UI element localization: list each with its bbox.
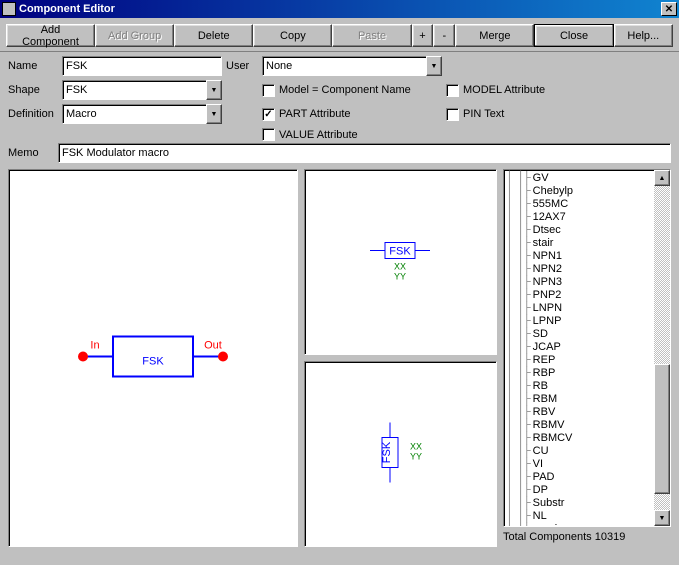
definition-combo[interactable]: Macro ▼ — [62, 104, 222, 124]
tree-item[interactable]: │ │ ├PNP2 — [504, 288, 654, 301]
tree-item[interactable]: │ │ ├stair — [504, 236, 654, 249]
part-attr-checkbox[interactable]: ✓PART Attribute — [262, 108, 442, 121]
component-tree[interactable]: │ │ ├GV│ │ ├Chebylp│ │ ├555MC│ │ ├12AX7│… — [503, 169, 671, 527]
memo-label: Memo — [8, 147, 54, 159]
memo-input[interactable] — [58, 143, 671, 163]
pin-text-checkbox[interactable]: PIN Text — [446, 108, 586, 121]
tree-container: │ │ ├GV│ │ ├Chebylp│ │ ├555MC│ │ ├12AX7│… — [503, 169, 671, 547]
definition-label: Definition — [8, 108, 58, 120]
tree-item[interactable]: │ │ ├CU — [504, 444, 654, 457]
tree-item[interactable]: │ │ ├RBV — [504, 405, 654, 418]
svg-text:FSK: FSK — [381, 441, 393, 463]
user-label: User — [226, 60, 258, 72]
user-combo[interactable]: None ▼ — [262, 56, 442, 76]
svg-text:FSK: FSK — [390, 246, 412, 258]
tree-item[interactable]: │ │ ├RBM — [504, 392, 654, 405]
tree-item[interactable]: │ │ ├RB — [504, 379, 654, 392]
value-attr-checkbox[interactable]: VALUE Attribute — [262, 128, 442, 141]
tree-scrollbar[interactable]: ▲ ▼ — [654, 170, 670, 526]
tree-item[interactable]: │ │ ├Substr — [504, 496, 654, 509]
status-footer: Total Components 10319 — [503, 527, 671, 547]
chevron-down-icon[interactable]: ▼ — [426, 56, 442, 76]
symbol-text: FSK — [142, 356, 164, 368]
tree-item[interactable]: │ │ ├RBMV — [504, 418, 654, 431]
scroll-up-button[interactable]: ▲ — [654, 170, 670, 186]
pin-out-label: Out — [204, 340, 222, 352]
add-group-button[interactable]: Add Group — [95, 24, 174, 47]
pin-in-label: In — [90, 340, 99, 352]
delete-button[interactable]: Delete — [174, 24, 253, 47]
tree-item[interactable]: │ │ ├grnoise — [504, 522, 654, 526]
shape-label: Shape — [8, 84, 58, 96]
scroll-track[interactable] — [654, 186, 670, 510]
plus-button[interactable]: + — [412, 24, 434, 47]
tree-item[interactable]: │ │ ├NPN2 — [504, 262, 654, 275]
copy-button[interactable]: Copy — [253, 24, 332, 47]
app-icon — [2, 2, 16, 16]
toolbar: Add Component Add Group Delete Copy Past… — [0, 18, 679, 52]
preview-large: FSK In Out — [8, 169, 298, 547]
name-input[interactable] — [62, 56, 222, 76]
window-title: Component Editor — [19, 3, 661, 15]
tree-item[interactable]: │ │ ├LPNP — [504, 314, 654, 327]
merge-button[interactable]: Merge — [455, 24, 534, 47]
name-label: Name — [8, 60, 58, 72]
tree-item[interactable]: │ │ ├VI — [504, 457, 654, 470]
tree-item[interactable]: │ │ ├Chebylp — [504, 184, 654, 197]
main-area: FSK In Out FSK XX — [0, 167, 679, 555]
close-button[interactable]: Close — [534, 24, 613, 47]
tree-item[interactable]: │ │ ├SD — [504, 327, 654, 340]
preview-panels: FSK In Out FSK XX — [8, 169, 497, 547]
tree-item[interactable]: │ │ ├LNPN — [504, 301, 654, 314]
tree-item[interactable]: │ │ ├JCAP — [504, 340, 654, 353]
svg-text:XX: XX — [410, 442, 422, 452]
chevron-down-icon[interactable]: ▼ — [206, 104, 222, 124]
tree-item[interactable]: │ │ ├NL — [504, 509, 654, 522]
titlebar: Component Editor ✕ — [0, 0, 679, 18]
chevron-down-icon[interactable]: ▼ — [206, 80, 222, 100]
memo-row: Memo — [0, 143, 679, 167]
tree-item[interactable]: │ │ ├NPN1 — [504, 249, 654, 262]
tree-item[interactable]: │ │ ├PAD — [504, 470, 654, 483]
tree-item[interactable]: │ │ ├REP — [504, 353, 654, 366]
tree-item[interactable]: │ │ ├NPN3 — [504, 275, 654, 288]
scroll-down-button[interactable]: ▼ — [654, 510, 670, 526]
svg-text:YY: YY — [394, 272, 406, 282]
tree-item[interactable]: │ │ ├Dtsec — [504, 223, 654, 236]
help-button[interactable]: Help... — [614, 24, 673, 47]
tree-item[interactable]: │ │ ├RBP — [504, 366, 654, 379]
window-close-button[interactable]: ✕ — [661, 2, 677, 16]
svg-text:XX: XX — [394, 262, 406, 272]
svg-text:YY: YY — [410, 452, 422, 462]
preview-vertical: FSK XX YY — [304, 361, 497, 547]
form-area: Name User None ▼ Shape FSK ▼ Model = Com… — [0, 52, 679, 143]
tree-item[interactable]: │ │ ├RBMCV — [504, 431, 654, 444]
tree-item[interactable]: │ │ ├DP — [504, 483, 654, 496]
shape-combo[interactable]: FSK ▼ — [62, 80, 222, 100]
scroll-thumb[interactable] — [654, 364, 670, 494]
tree-item[interactable]: │ │ ├555MC — [504, 197, 654, 210]
tree-item[interactable]: │ │ ├12AX7 — [504, 210, 654, 223]
minus-button[interactable]: - — [433, 24, 455, 47]
model-component-checkbox[interactable]: Model = Component Name — [262, 84, 442, 97]
paste-button[interactable]: Paste — [332, 24, 411, 47]
add-component-button[interactable]: Add Component — [6, 24, 95, 47]
tree-item[interactable]: │ │ ├GV — [504, 171, 654, 184]
model-attr-checkbox[interactable]: MODEL Attribute — [446, 84, 586, 97]
preview-horizontal: FSK XX YY — [304, 169, 497, 355]
